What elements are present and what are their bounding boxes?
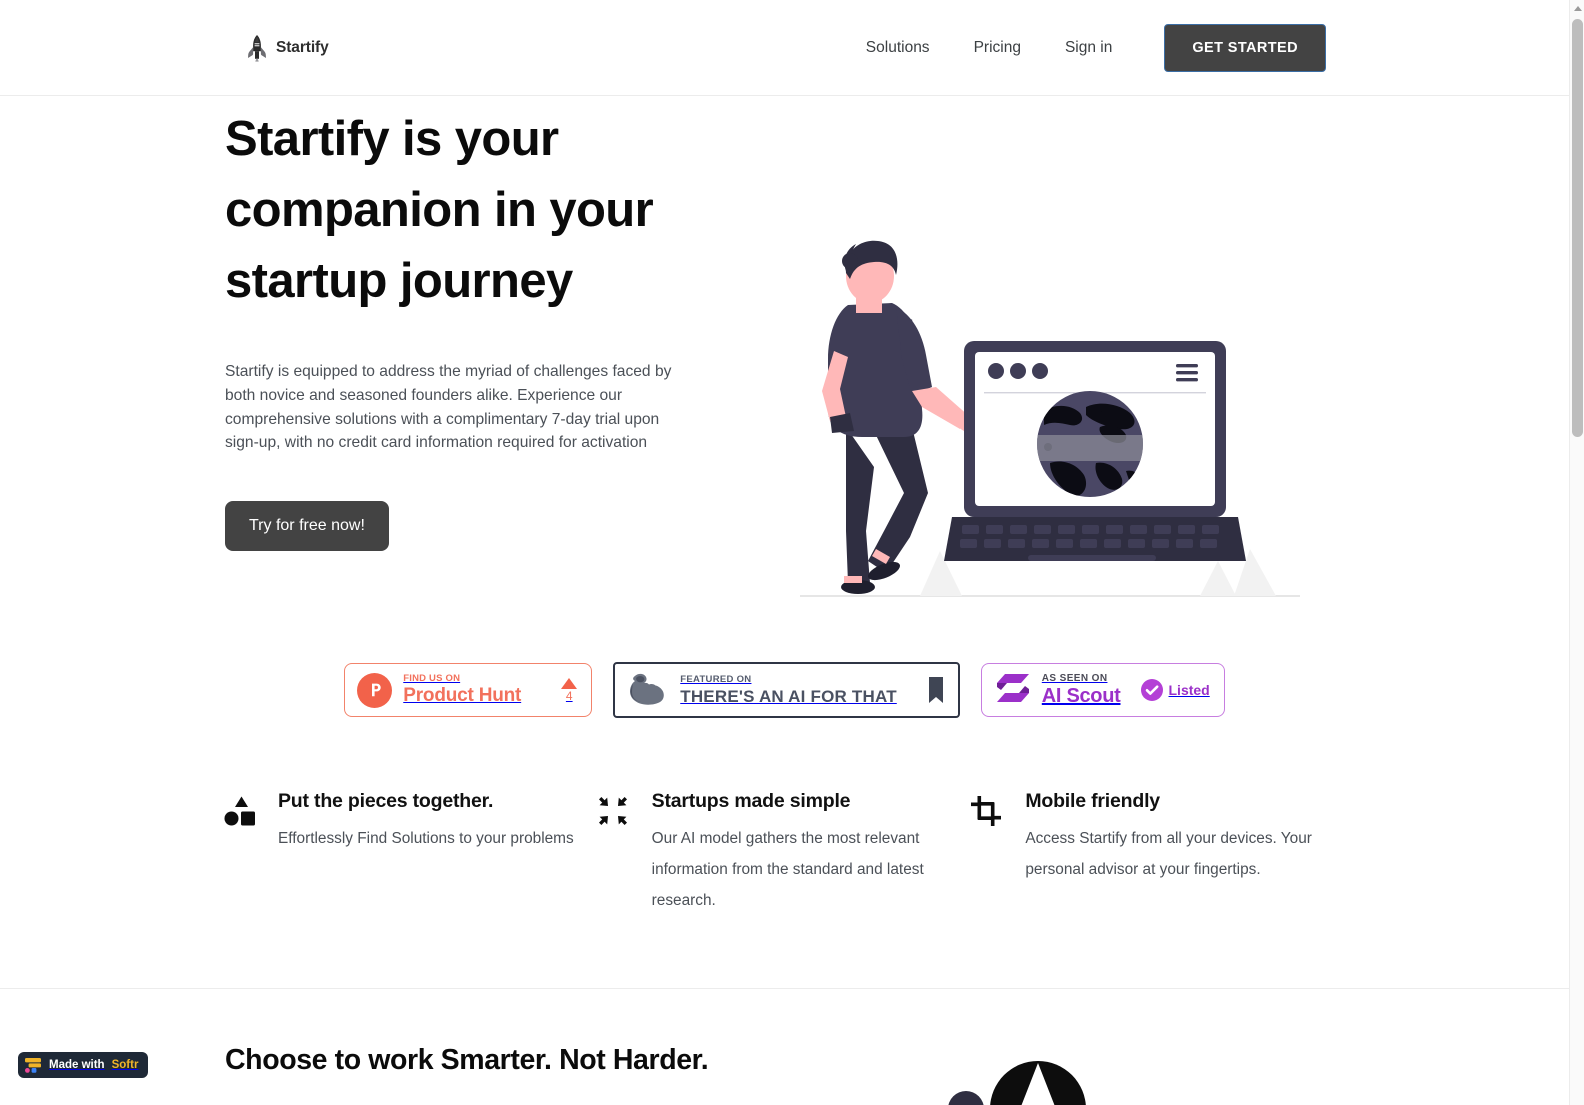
feature-card-startups-made-simple: Startups made simple Our AI model gather… bbox=[598, 786, 972, 916]
product-hunt-upvote[interactable]: 4 bbox=[545, 677, 578, 703]
upvote-triangle-icon bbox=[561, 677, 578, 689]
ai-scout-text: AS SEEN ON AI Scout bbox=[1042, 672, 1121, 708]
browser-viewport: Startify Solutions Pricing Sign in GET S… bbox=[0, 0, 1584, 1105]
feature-body: Mobile friendly Access Startify from all… bbox=[1025, 786, 1345, 916]
ai-scout-eyebrow: AS SEEN ON bbox=[1041, 673, 1108, 684]
bookmark-icon bbox=[910, 676, 944, 704]
hero-paragraph: Startify is equipped to address the myri… bbox=[225, 363, 672, 452]
site-header: Startify Solutions Pricing Sign in GET S… bbox=[0, 0, 1569, 96]
taaft-label: THERE'S AN AI FOR THAT bbox=[680, 687, 897, 706]
badge-product-hunt[interactable]: FIND US ON Product Hunt 4 bbox=[344, 663, 593, 717]
product-hunt-text: FIND US ON Product Hunt bbox=[403, 673, 521, 707]
flexed-bicep-icon bbox=[627, 670, 667, 711]
person-leaning-on-laptop-illustration bbox=[800, 240, 1300, 597]
abstract-arc-shapes-illustration bbox=[948, 1061, 1086, 1105]
product-hunt-vote-count: 4 bbox=[565, 688, 573, 703]
smarter-section-illustration bbox=[860, 1029, 1120, 1105]
crop-icon bbox=[971, 786, 1007, 916]
scroll-up-arrow-icon[interactable] bbox=[1570, 0, 1584, 16]
softr-logo-icon bbox=[25, 1057, 41, 1073]
smarter-section: Choose to work Smarter. Not Harder. bbox=[0, 989, 1569, 1105]
try-for-free-button[interactable]: Try for free now! bbox=[225, 501, 389, 552]
page-scrollbar[interactable] bbox=[1569, 0, 1584, 1105]
ai-scout-status-label: Listed bbox=[1168, 682, 1210, 698]
nav-link-solutions[interactable]: Solutions bbox=[844, 39, 952, 57]
badge-theres-an-ai-for-that[interactable]: FEATURED ON THERE'S AN AI FOR THAT bbox=[613, 662, 960, 718]
product-hunt-p-icon bbox=[357, 672, 393, 708]
shapes-icon bbox=[224, 786, 260, 916]
product-hunt-eyebrow: FIND US ON bbox=[403, 673, 461, 684]
feature-title: Startups made simple bbox=[651, 790, 851, 812]
feature-title: Mobile friendly bbox=[1025, 790, 1160, 812]
smarter-section-title: Choose to work Smarter. Not Harder. bbox=[225, 1044, 709, 1076]
hero-section: Startify is your companion in your start… bbox=[0, 96, 1569, 654]
feature-description: Effortlessly Find Solutions to your prob… bbox=[278, 830, 574, 847]
ai-scout-label: AI Scout bbox=[1041, 685, 1121, 707]
feature-body: Put the pieces together. Effortlessly Fi… bbox=[278, 786, 598, 916]
get-started-button[interactable]: GET STARTED bbox=[1164, 23, 1326, 72]
page-content: Startify Solutions Pricing Sign in GET S… bbox=[0, 0, 1569, 1105]
taaft-text: FEATURED ON THERE'S AN AI FOR THAT bbox=[680, 673, 897, 707]
feature-description: Access Startify from all your devices. Y… bbox=[1025, 830, 1312, 878]
ai-scout-s-icon bbox=[995, 672, 1031, 709]
softr-name-label: Softr bbox=[111, 1059, 139, 1071]
softr-prefix-label: Made with bbox=[49, 1059, 105, 1071]
feature-card-put-the-pieces-together: Put the pieces together. Effortlessly Fi… bbox=[224, 786, 598, 916]
badge-row: FIND US ON Product Hunt 4 FEATURED ON TH… bbox=[0, 662, 1569, 718]
product-hunt-label: Product Hunt bbox=[403, 685, 522, 706]
hero-title: Startify is your companion in your start… bbox=[225, 112, 654, 308]
made-with-softr-badge[interactable]: Made with Softr bbox=[18, 1052, 149, 1078]
main-navigation: Solutions Pricing Sign in GET STARTED bbox=[844, 23, 1326, 72]
brand-name: Startify bbox=[276, 38, 329, 56]
feature-body: Startups made simple Our AI model gather… bbox=[652, 786, 972, 916]
nav-link-pricing[interactable]: Pricing bbox=[952, 39, 1043, 57]
feature-title: Put the pieces together. bbox=[278, 790, 494, 812]
badge-ai-scout[interactable]: AS SEEN ON AI Scout Listed bbox=[980, 663, 1225, 717]
ai-scout-listed-status: Listed bbox=[1140, 679, 1210, 701]
check-circle-icon bbox=[1140, 679, 1163, 701]
feature-card-mobile-friendly: Mobile friendly Access Startify from all… bbox=[971, 786, 1345, 916]
scrollbar-thumb[interactable] bbox=[1572, 19, 1583, 437]
features-row: Put the pieces together. Effortlessly Fi… bbox=[0, 786, 1569, 916]
rocket-icon bbox=[248, 34, 266, 62]
nav-link-sign-in[interactable]: Sign in bbox=[1043, 39, 1134, 57]
feature-description: Our AI model gathers the most relevant i… bbox=[651, 830, 924, 909]
taaft-eyebrow: FEATURED ON bbox=[680, 674, 752, 685]
hero-text-block: Startify is your companion in your start… bbox=[225, 104, 695, 552]
compress-arrows-icon bbox=[598, 786, 634, 916]
hero-illustration bbox=[800, 231, 1300, 606]
brand-logo-link[interactable]: Startify bbox=[245, 34, 329, 62]
